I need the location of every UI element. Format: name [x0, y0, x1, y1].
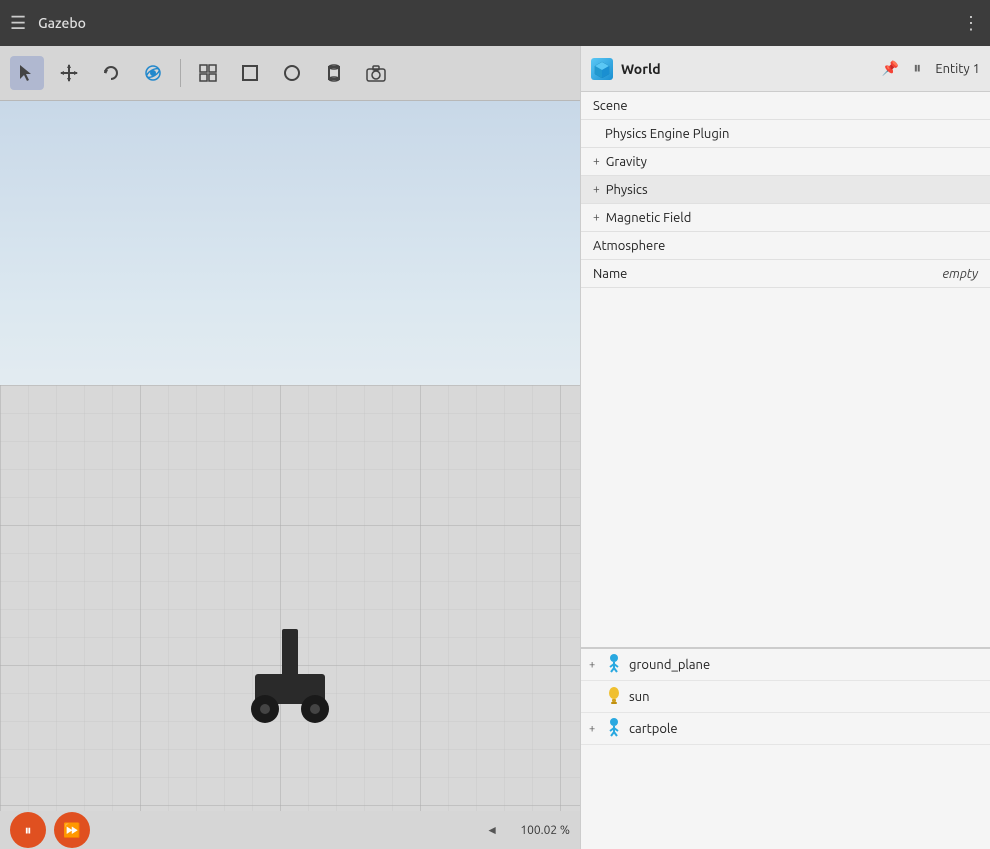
tool-sphere[interactable] [275, 56, 309, 90]
topbar: ☰ Gazebo ⋮ [0, 0, 990, 46]
ground-plane-name: ground_plane [629, 658, 710, 672]
gravity-expand-icon[interactable]: + [593, 155, 600, 168]
tool-rotate[interactable] [94, 56, 128, 90]
entity-label: Entity 1 [935, 62, 980, 76]
entity-ground-plane[interactable]: + ground_plane [581, 649, 990, 681]
more-icon[interactable]: ⋮ [962, 13, 980, 34]
properties-panel: Scene Physics Engine Plugin + Gravity + … [581, 92, 990, 647]
prop-physics-engine[interactable]: Physics Engine Plugin [581, 120, 990, 148]
world-header: World 📌 ⏸ Entity 1 [581, 46, 990, 92]
prop-physics[interactable]: + Physics [581, 176, 990, 204]
viewport: ⏸ ⏩ ◄ 100.02 % [0, 46, 580, 849]
zoom-label: 100.02 % [520, 824, 570, 837]
prop-gravity-label: Gravity [606, 155, 978, 169]
toolbar [0, 46, 580, 101]
robot-model [230, 624, 350, 754]
sun-icon [605, 685, 623, 709]
pause-icon: ⏸ [25, 822, 32, 839]
app-layout: ☰ Gazebo ⋮ [0, 0, 990, 849]
prop-scene[interactable]: Scene [581, 92, 990, 120]
tool-camera[interactable] [359, 56, 393, 90]
prop-physics-label: Physics [606, 183, 978, 197]
canvas-area[interactable]: ⏸ ⏩ ◄ 100.02 % [0, 101, 580, 849]
right-panel: World 📌 ⏸ Entity 1 Scene Physics Engine … [580, 46, 990, 849]
prop-name-value: empty [942, 267, 978, 281]
bottom-bar: ⏸ ⏩ ◄ 100.02 % [0, 811, 580, 849]
zoom-arrow: ◄ [486, 823, 498, 837]
app-title: Gazebo [38, 15, 950, 31]
prop-physics-engine-label: Physics Engine Plugin [605, 127, 978, 141]
tool-grid[interactable] [191, 56, 225, 90]
prop-magnetic[interactable]: + Magnetic Field [581, 204, 990, 232]
world-title: World [621, 61, 874, 77]
main-area: ⏸ ⏩ ◄ 100.02 % [0, 46, 990, 849]
cartpole-name: cartpole [629, 722, 678, 736]
world-pause-icon[interactable]: ⏸ [913, 59, 921, 78]
tool-cylinder[interactable] [317, 56, 351, 90]
entities-panel: + ground_plane [581, 649, 990, 849]
ground-plane-icon [605, 653, 623, 677]
magnetic-expand-icon[interactable]: + [593, 211, 600, 224]
ground-expand-icon[interactable]: + [589, 659, 599, 671]
tool-select[interactable] [10, 56, 44, 90]
prop-atmosphere-label: Atmosphere [593, 239, 978, 253]
ff-icon: ⏩ [63, 822, 80, 839]
sun-name: sun [629, 690, 650, 704]
world-cube-icon [591, 58, 613, 80]
tool-box[interactable] [233, 56, 267, 90]
pause-button[interactable]: ⏸ [10, 812, 46, 848]
entity-cartpole[interactable]: + cartpole [581, 713, 990, 745]
tool-orbit[interactable] [136, 56, 170, 90]
prop-name[interactable]: Name empty [581, 260, 990, 288]
fast-forward-button[interactable]: ⏩ [54, 812, 90, 848]
menu-icon[interactable]: ☰ [10, 13, 26, 34]
cartpole-expand-icon[interactable]: + [589, 723, 599, 735]
tool-move[interactable] [52, 56, 86, 90]
pin-icon[interactable]: 📌 [882, 60, 899, 77]
prop-atmosphere[interactable]: Atmosphere [581, 232, 990, 260]
physics-expand-icon[interactable]: + [593, 183, 600, 196]
prop-scene-label: Scene [593, 99, 978, 113]
prop-magnetic-label: Magnetic Field [606, 211, 978, 225]
prop-name-label: Name [593, 267, 942, 281]
cartpole-icon [605, 717, 623, 741]
entity-sun[interactable]: sun [581, 681, 990, 713]
prop-gravity[interactable]: + Gravity [581, 148, 990, 176]
